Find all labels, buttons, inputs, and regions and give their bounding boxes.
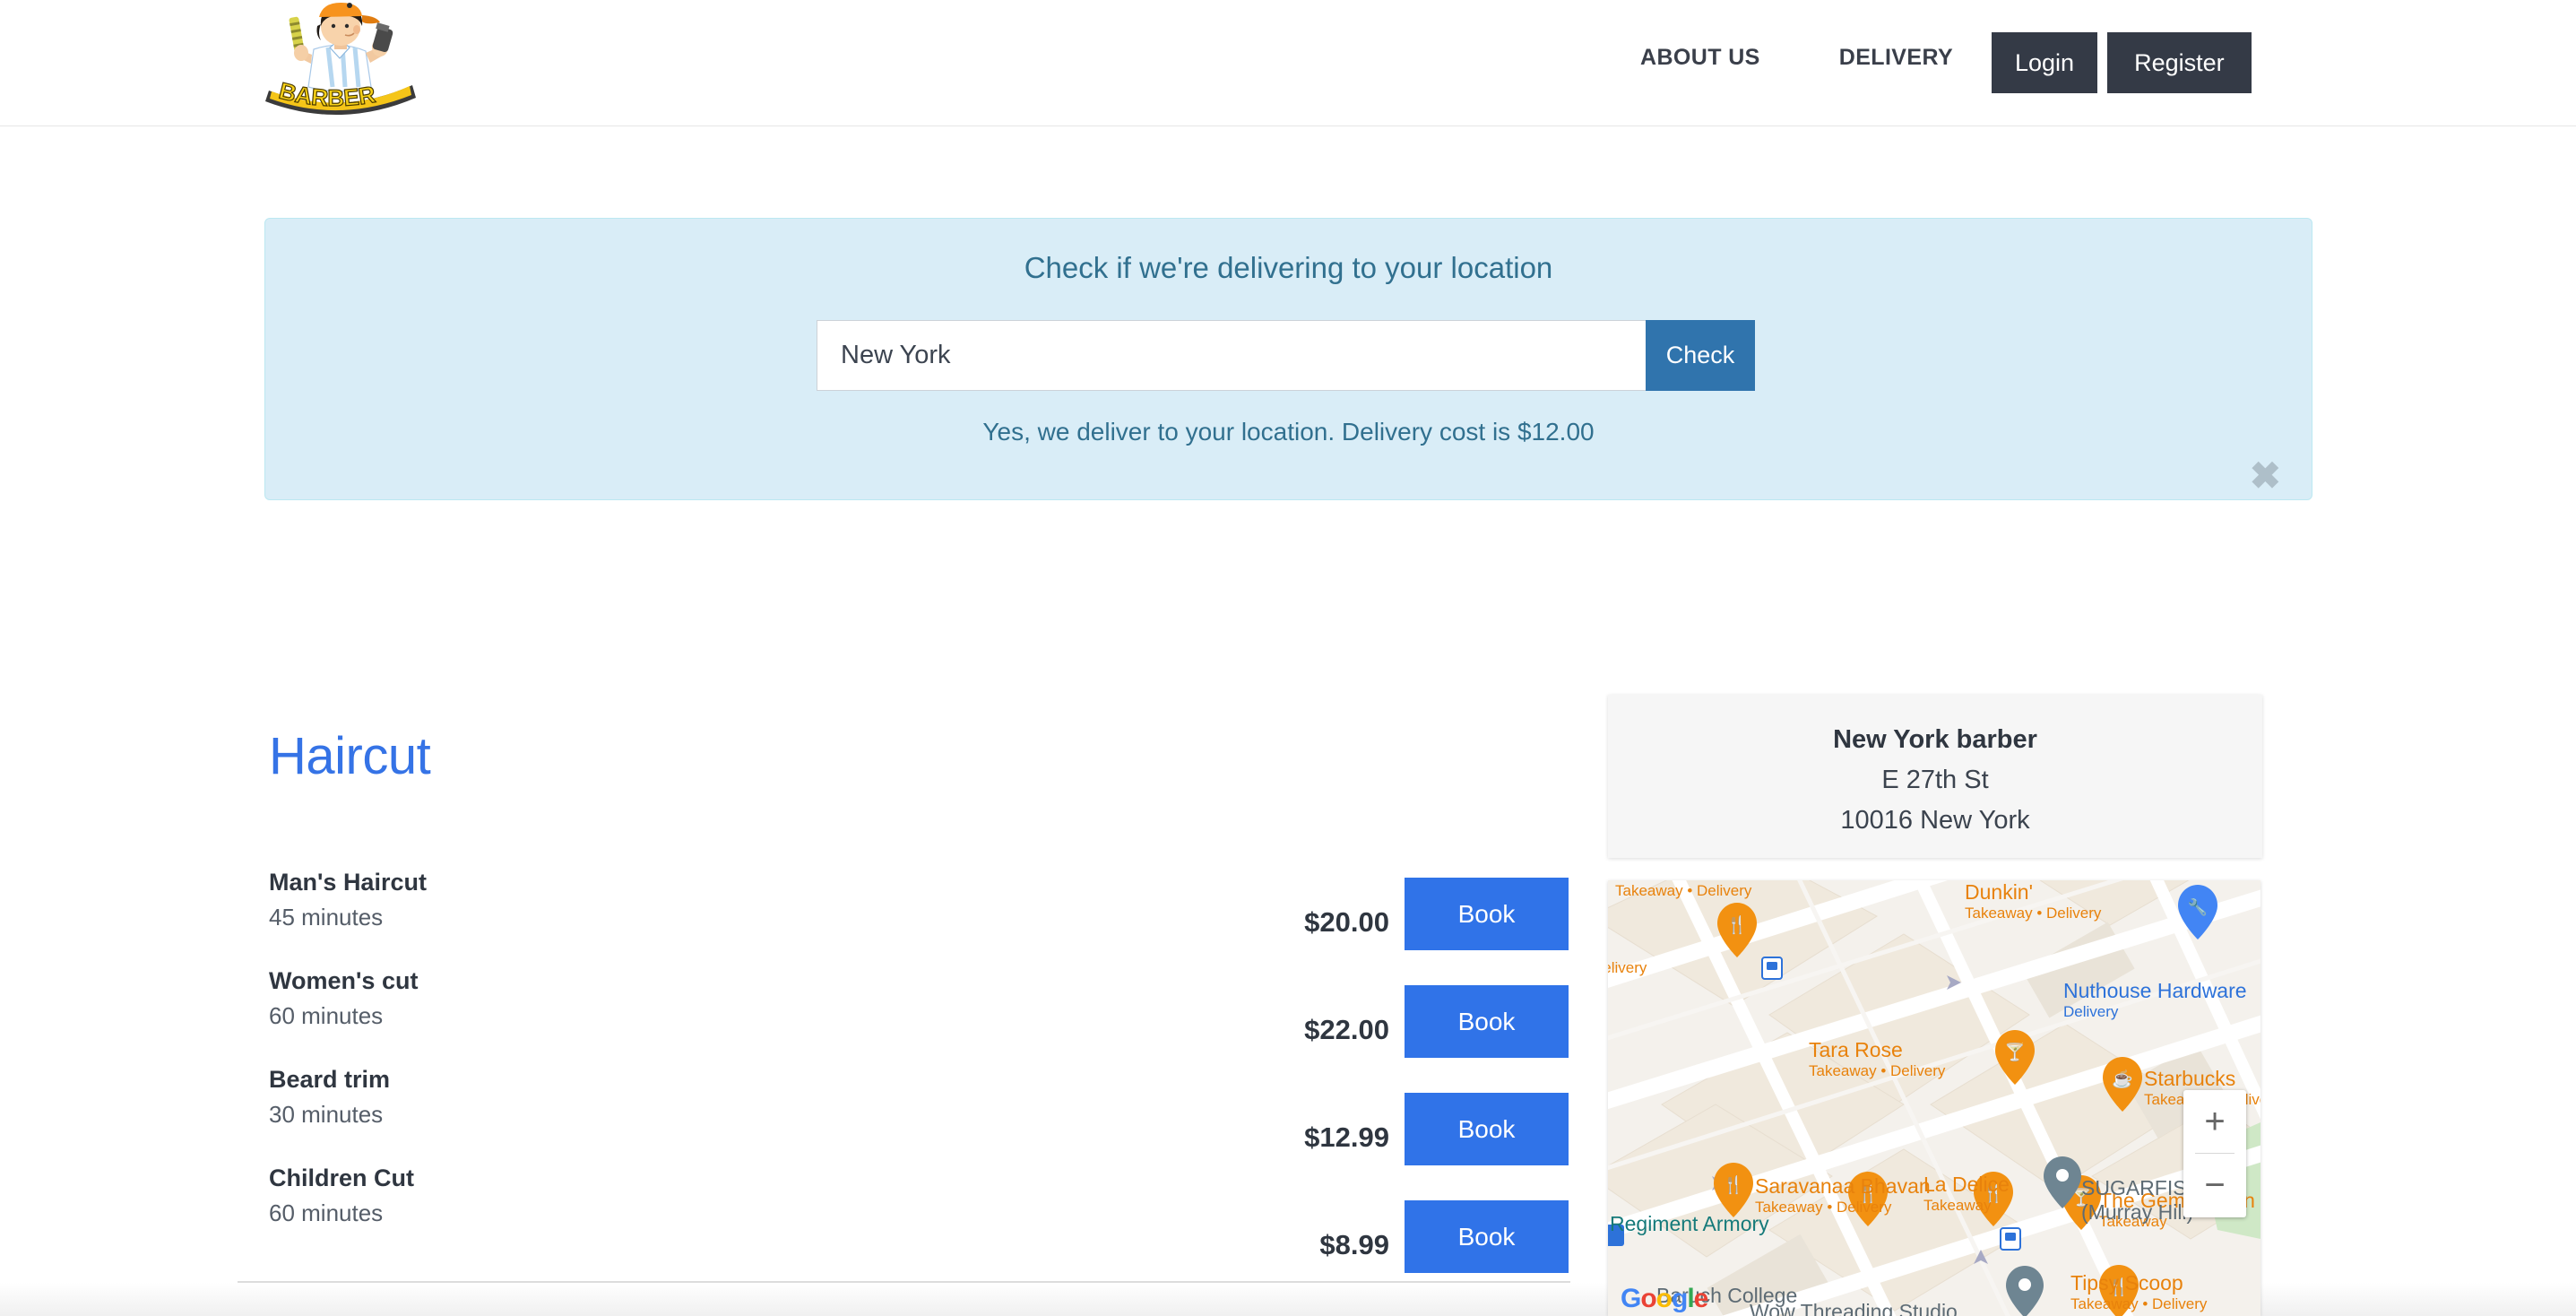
svg-text:🍴: 🍴: [1857, 1183, 1879, 1204]
service-price: $12.99: [1304, 1121, 1389, 1153]
svg-text:☕: ☕: [2112, 1069, 2133, 1089]
service-info: Beard trim 30 minutes: [269, 1066, 390, 1129]
service-name: Women's cut: [269, 967, 419, 994]
delivery-result-text: Yes, we deliver to your location. Delive…: [982, 418, 1595, 446]
book-button[interactable]: Book: [1405, 1200, 1569, 1273]
map-embed[interactable]: 🍴 🍸 ☕ 🍴 🍴 🍸 🍴 🍴 🔧 Takeaway • Delivery li…: [1608, 880, 2260, 1316]
service-row: Beard trim 30 minutes $12.99 Book: [269, 1066, 1569, 1165]
svg-text:🔧: 🔧: [2188, 897, 2208, 916]
location-input[interactable]: [817, 320, 1646, 391]
service-row: Man's Haircut 45 minutes $20.00 Book: [269, 869, 1569, 967]
service-row: Children Cut 60 minutes $8.99 Book: [269, 1164, 1569, 1273]
map-zoom-out-button[interactable]: −: [2183, 1154, 2246, 1216]
barber-logo-icon[interactable]: BARBER: [260, 3, 421, 119]
service-info: Women's cut 60 minutes: [269, 967, 418, 1030]
delivery-check-form: Check: [817, 320, 1755, 391]
book-button[interactable]: Book: [1405, 1093, 1569, 1165]
service-duration: 30 minutes: [269, 1101, 384, 1128]
barber-logo-svg: BARBER: [265, 3, 416, 116]
location-city: 10016 New York: [1840, 806, 2030, 835]
service-info: Children Cut 60 minutes: [269, 1164, 414, 1227]
book-button[interactable]: Book: [1405, 985, 1569, 1058]
auth-buttons: Login Register: [1992, 32, 2252, 93]
svg-text:🍴: 🍴: [2108, 1277, 2130, 1297]
map-canvas: 🍴 🍸 ☕ 🍴 🍴 🍸 🍴 🍴 🔧: [1608, 880, 2260, 1316]
nav-link-delivery[interactable]: DELIVERY: [1839, 45, 1953, 71]
service-name: Man's Haircut: [269, 869, 427, 896]
service-price: $20.00: [1304, 906, 1389, 938]
close-icon[interactable]: ✖: [2250, 457, 2281, 495]
main-navigation: ABOUT US DELIVERY: [1640, 45, 1953, 71]
service-duration: 60 minutes: [269, 1002, 384, 1029]
location-street: E 27th St: [1881, 766, 1989, 794]
service-duration: 45 minutes: [269, 904, 384, 931]
register-button[interactable]: Register: [2107, 32, 2252, 93]
banner-title: Check if we're delivering to your locati…: [1024, 251, 1553, 284]
svg-text:🍴: 🍴: [1726, 914, 1748, 935]
svg-text:🍴: 🍴: [1723, 1174, 1744, 1195]
service-duration: 60 minutes: [269, 1199, 384, 1226]
service-list: Man's Haircut 45 minutes $20.00 Book Wom…: [269, 869, 1569, 1273]
svg-text:🍴: 🍴: [1983, 1183, 2004, 1204]
service-info: Man's Haircut 45 minutes: [269, 869, 427, 931]
site-header: BARBER ABOUT US DELIVERY Login Register: [0, 0, 2576, 126]
service-name: Beard trim: [269, 1066, 391, 1093]
nav-link-about-us[interactable]: ABOUT US: [1640, 45, 1760, 71]
page-root: BARBER ABOUT US DELIVERY Login Register …: [0, 0, 2576, 1316]
location-name: New York barber: [1833, 725, 2037, 754]
google-logo: Google: [1621, 1284, 1708, 1313]
page-title: Haircut: [269, 727, 431, 785]
services-section: Haircut Man's Haircut 45 minutes $20.00 …: [269, 726, 1569, 1273]
login-button[interactable]: Login: [1992, 32, 2098, 93]
service-price: $8.99: [1319, 1229, 1389, 1260]
svg-text:🍸: 🍸: [2004, 1042, 2026, 1062]
check-button[interactable]: Check: [1646, 320, 1755, 391]
map-zoom-controls: + −: [2183, 1090, 2246, 1217]
service-row: Women's cut 60 minutes $22.00 Book: [269, 967, 1569, 1066]
delivery-check-banner: Check if we're delivering to your locati…: [264, 218, 2312, 500]
book-button[interactable]: Book: [1405, 878, 1569, 950]
service-name: Children Cut: [269, 1164, 414, 1191]
service-price: $22.00: [1304, 1014, 1389, 1045]
map-zoom-in-button[interactable]: +: [2183, 1090, 2246, 1153]
location-card: New York barber E 27th St 10016 New York: [1608, 695, 2262, 858]
